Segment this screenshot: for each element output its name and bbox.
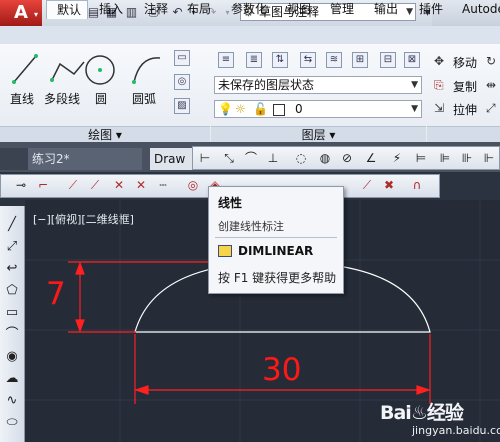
tooltip-description: 创建线性标注: [218, 220, 284, 233]
height-dimension-text: 7: [46, 276, 66, 312]
tooltip-help: 按 F1 键获得更多帮助: [218, 271, 337, 285]
width-dimension-text: 30: [262, 352, 302, 388]
tooltip-command: DIMLINEAR: [238, 244, 314, 258]
watermark-url: jingyan.baidu.com: [412, 424, 500, 437]
tooltip-title: 线性: [218, 196, 243, 210]
watermark-logo: Bai♨经验: [380, 402, 464, 424]
command-icon: [218, 245, 232, 257]
tooltip: 线性 创建线性标注 DIMLINEAR 按 F1 键获得更多帮助: [208, 186, 344, 294]
tooltip-divider: [215, 237, 337, 238]
